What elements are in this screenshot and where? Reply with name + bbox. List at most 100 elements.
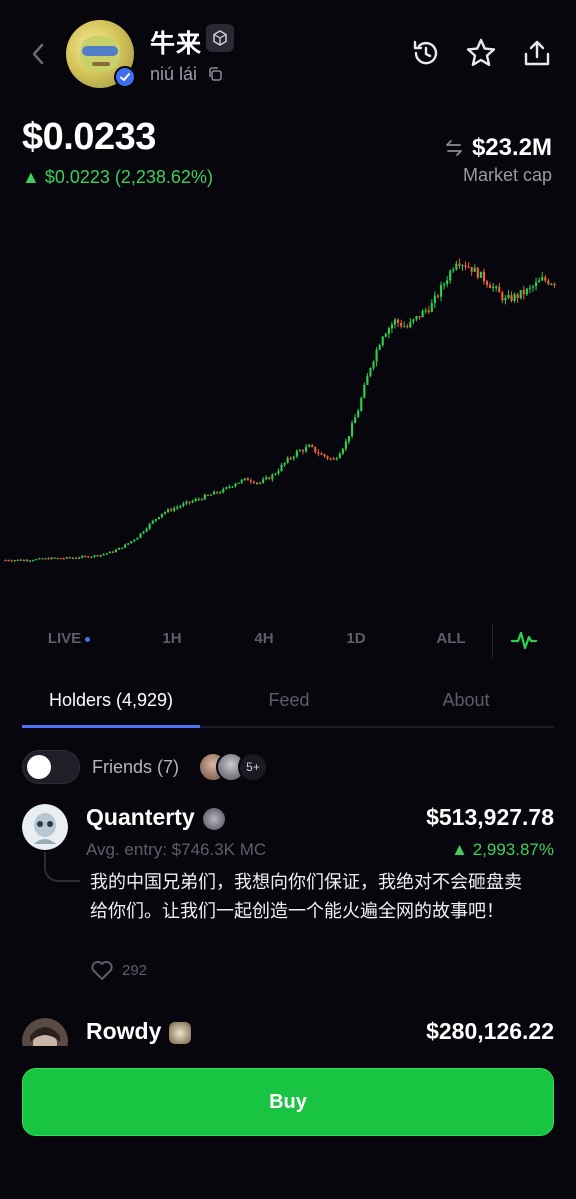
candle [504,298,507,301]
candle [234,483,237,487]
candle [366,375,369,385]
candle [485,281,489,286]
candle [114,549,118,553]
candle [53,557,56,559]
holder-row[interactable]: Quanterty $513,927.78 Avg. entry: $746.3… [22,804,554,984]
candle [197,499,200,501]
holder-value: $513,927.78 [426,804,554,830]
candle [25,559,29,562]
range-live[interactable]: LIVE [34,630,104,647]
back-icon [32,43,44,65]
holder-name: Rowdy [86,1018,192,1045]
candle [387,328,390,335]
candle [289,458,292,460]
candle [510,295,513,301]
candle [538,280,541,283]
candle [516,294,519,298]
candle [87,556,90,558]
holder-name: Quanterty [86,804,225,831]
candle [347,435,351,442]
candle [409,321,412,328]
tab-holders[interactable]: Holders (4,929) [22,690,200,711]
market-cap-label: Market cap [462,165,552,185]
candle [547,280,550,285]
candle [329,458,332,460]
like-count: 292 [122,961,148,979]
range-1d[interactable]: 1D [326,630,386,647]
candle [19,559,22,561]
candle [191,500,194,503]
candle [271,474,274,480]
holder-badge-icon [202,807,225,830]
candle [246,478,249,481]
candle [283,462,286,465]
range-divider [492,624,493,658]
friends-more-count: 5+ [238,752,268,782]
candle [492,286,495,289]
candle [403,326,406,328]
candle [473,267,476,272]
candle [102,554,105,556]
candle [467,266,470,269]
candle [28,560,32,562]
like-button[interactable]: 292 [90,959,147,981]
copy-icon[interactable] [207,66,223,82]
candle [179,506,182,508]
candle [280,464,283,471]
chart-type-toggle[interactable] [510,628,538,652]
range-4h[interactable]: 4H [234,630,294,647]
market-cap[interactable]: $23.2M [444,134,552,162]
candle [354,417,357,424]
price-chart[interactable] [0,230,576,610]
candle [44,558,47,560]
candle [378,345,381,350]
history-button[interactable] [409,36,443,70]
tab-feed[interactable]: Feed [200,690,378,711]
candle [130,541,133,544]
candle [255,482,259,484]
candle [212,491,216,495]
candle [541,277,544,281]
candle [295,450,298,457]
tab-about[interactable]: About [378,690,554,711]
range-all[interactable]: ALL [421,630,481,647]
candle [341,448,344,454]
candle [203,494,206,500]
candle [277,470,280,474]
candle [393,319,397,325]
candle [59,557,62,560]
candle [424,310,427,312]
candle [157,517,160,520]
candle [231,486,234,488]
candle [74,557,78,559]
candle [427,310,430,312]
candle [133,539,136,542]
favorite-button[interactable] [464,36,498,70]
candle [381,336,384,346]
candle [7,560,10,562]
candle [78,557,81,559]
history-icon [413,40,438,65]
candle [142,531,145,534]
back-button[interactable] [26,40,50,68]
swap-icon [446,140,462,156]
candle [99,554,102,557]
share-button[interactable] [520,36,554,70]
candle [461,265,464,267]
buy-button[interactable]: Buy [22,1068,554,1136]
candle [442,284,446,286]
candle [139,533,142,538]
friends-toggle[interactable] [22,750,80,784]
candle [396,319,400,323]
candle [62,558,65,560]
candle [151,520,154,524]
candle [415,316,418,320]
candle [38,558,41,560]
candle [528,287,532,289]
candle [338,453,341,459]
range-1h[interactable]: 1H [142,630,202,647]
candle [243,478,246,480]
candle [68,557,72,559]
holder-pnl: ▲ 2,993.87% [451,840,554,859]
candle [209,494,213,496]
